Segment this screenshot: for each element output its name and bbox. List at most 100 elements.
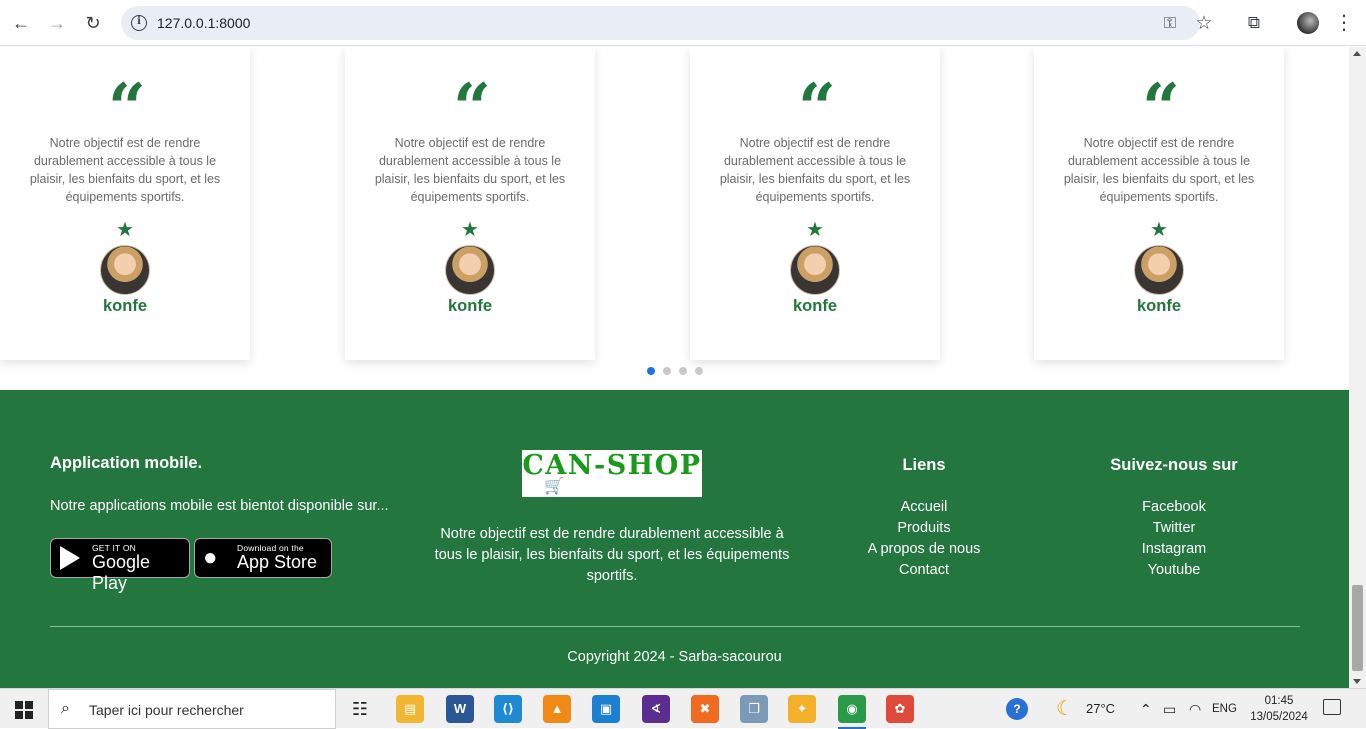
- forward-button[interactable]: →: [41, 7, 73, 39]
- site-info-icon[interactable]: i: [131, 15, 147, 31]
- taskbar-app-app-yellow-icon[interactable]: ✦: [788, 695, 816, 723]
- forward-arrow-icon: →: [48, 12, 66, 33]
- mobile-app-title: Application mobile.: [50, 454, 203, 472]
- carousel-dots: [647, 367, 703, 375]
- taskbar-app-virtualbox-icon[interactable]: ▣: [592, 695, 620, 723]
- star-icon: ★: [116, 219, 134, 241]
- windows-start-icon[interactable]: [15, 701, 33, 719]
- taskbar-clock[interactable]: 01:45 13/05/2024: [1244, 693, 1314, 725]
- clock-date: 13/05/2024: [1250, 711, 1308, 723]
- testimonial-author: konfe: [102, 297, 147, 315]
- avatar: [1134, 245, 1184, 295]
- site-footer: Application mobile. Notre applications m…: [0, 390, 1349, 688]
- battery-icon[interactable]: ▭: [1163, 689, 1176, 729]
- taskbar-app-visual-studio-icon[interactable]: ∢: [642, 695, 670, 723]
- testimonial-card: “ Notre objectif est de rendre durableme…: [690, 47, 940, 360]
- avatar: [790, 245, 840, 295]
- google-play-label: Google Play: [92, 552, 151, 593]
- social-link-facebook[interactable]: Facebook: [1094, 497, 1254, 518]
- app-store-label: App Store: [237, 552, 318, 572]
- quote-icon: “: [1142, 69, 1180, 147]
- links-column: Liens Accueil Produits A propos de nous …: [844, 456, 1004, 581]
- bookmark-star-icon[interactable]: ☆: [1194, 14, 1214, 34]
- taskbar-app-vlc-icon[interactable]: ▲: [543, 695, 571, 723]
- avatar: [100, 245, 150, 295]
- footer-link-a-propos[interactable]: A propos de nous: [844, 539, 1004, 560]
- testimonial-author: konfe: [792, 297, 837, 315]
- taskbar-app-paint-icon[interactable]: ✿: [886, 695, 914, 723]
- quote-icon: “: [108, 69, 146, 147]
- back-button[interactable]: ←: [5, 7, 37, 39]
- page-scrollbar[interactable]: [1349, 47, 1366, 688]
- testimonial-card: “ Notre objectif est de rendre durableme…: [0, 47, 250, 360]
- apple-icon: ●: [203, 544, 218, 571]
- back-arrow-icon: ←: [12, 12, 30, 33]
- footer-link-accueil[interactable]: Accueil: [844, 497, 1004, 518]
- copyright-text: Copyright 2024 - Sarba-sacourou: [567, 649, 782, 665]
- social-title: Suivez-nous sur: [1110, 456, 1238, 474]
- testimonial-text: Notre objectif est de rendre durablement…: [1063, 136, 1255, 204]
- taskbar-search-box[interactable]: ⌕ Taper ici pour rechercher: [48, 689, 336, 729]
- wifi-icon[interactable]: ◠: [1189, 689, 1201, 729]
- reload-button[interactable]: ↻: [77, 7, 109, 39]
- reload-icon: ↻: [85, 12, 101, 33]
- taskbar-app-xampp-icon[interactable]: ✖: [691, 695, 719, 723]
- app-store-button[interactable]: ● Download on the App Store: [194, 538, 332, 578]
- extensions-icon[interactable]: ⧉: [1242, 11, 1266, 35]
- links-title: Liens: [902, 456, 946, 474]
- chrome-menu-icon[interactable]: ⋮: [1332, 11, 1356, 35]
- taskbar-app-task-view-icon[interactable]: ☷: [346, 695, 374, 723]
- taskbar-app-word-icon[interactable]: W: [446, 695, 474, 723]
- weather-temperature[interactable]: 27°C: [1086, 689, 1115, 729]
- scrollbar-thumb[interactable]: [1352, 585, 1363, 671]
- footer-link-contact[interactable]: Contact: [844, 560, 1004, 581]
- notifications-icon[interactable]: [1323, 699, 1341, 715]
- carousel-dot[interactable]: [695, 367, 703, 375]
- password-key-icon[interactable]: ⚿: [1160, 14, 1180, 34]
- social-link-youtube[interactable]: Youtube: [1094, 560, 1254, 581]
- testimonial-author: konfe: [1136, 297, 1181, 315]
- search-placeholder: Taper ici pour rechercher: [89, 702, 244, 718]
- language-indicator[interactable]: ENG: [1212, 689, 1237, 729]
- footer-divider: [50, 626, 1300, 627]
- mobile-app-text: Notre applications mobile est bientot di…: [50, 498, 389, 514]
- brand-description: Notre objectif est de rendre durablement…: [434, 526, 790, 584]
- shopping-cart-icon: 🛒: [544, 478, 564, 495]
- testimonial-author: konfe: [447, 297, 492, 315]
- taskbar-app-image-viewer-icon[interactable]: ❐: [740, 695, 768, 723]
- page-viewport: “ Notre objectif est de rendre durableme…: [0, 47, 1349, 688]
- testimonial-text: Notre objectif est de rendre durablement…: [719, 136, 911, 204]
- carousel-dot[interactable]: [663, 367, 671, 375]
- taskbar-app-file-explorer-icon[interactable]: ▤: [396, 695, 424, 723]
- show-hidden-icons-icon[interactable]: ⌃: [1140, 689, 1152, 729]
- can-shop-logo[interactable]: CAN-SHOP 🛒: [522, 450, 702, 497]
- star-icon: ★: [461, 219, 479, 241]
- testimonial-text: Notre objectif est de rendre durablement…: [374, 136, 566, 204]
- address-bar[interactable]: i 127.0.0.1:8000 ⚿ ☆: [121, 6, 1213, 40]
- profile-avatar[interactable]: [1297, 12, 1319, 34]
- windows-taskbar: ⌕ Taper ici pour rechercher ☷ ▤ W ⟨⟩ ▲ ▣ ∢ ✖ ❐ ✦ ◉…: [0, 688, 1366, 729]
- google-play-button[interactable]: GET IT ON Google Play: [50, 538, 190, 593]
- footer-link-produits[interactable]: Produits: [844, 518, 1004, 539]
- quote-icon: “: [453, 69, 491, 147]
- testimonial-text: Notre objectif est de rendre durablement…: [29, 136, 221, 204]
- social-column: Suivez-nous sur Facebook Twitter Instagr…: [1094, 456, 1254, 581]
- social-link-instagram[interactable]: Instagram: [1094, 539, 1254, 560]
- taskbar-app-chrome-icon[interactable]: ◉: [838, 695, 866, 729]
- google-play-icon: [60, 546, 80, 570]
- scroll-up-arrow-icon[interactable]: [1353, 51, 1361, 56]
- carousel-dot[interactable]: [679, 367, 687, 375]
- star-icon: ★: [806, 219, 824, 241]
- weather-moon-icon[interactable]: ☾: [1056, 689, 1074, 729]
- url-text[interactable]: 127.0.0.1:8000: [157, 15, 250, 31]
- browser-toolbar: ← → ↻ i 127.0.0.1:8000 ⚿ ☆ ⧉ ⋮: [0, 0, 1366, 46]
- avatar: [445, 245, 495, 295]
- help-icon[interactable]: ?: [1006, 698, 1028, 720]
- search-icon: ⌕: [61, 700, 70, 717]
- taskbar-app-vscode-icon[interactable]: ⟨⟩: [494, 695, 522, 723]
- star-icon: ★: [1150, 219, 1168, 241]
- social-link-twitter[interactable]: Twitter: [1094, 518, 1254, 539]
- scroll-down-arrow-icon[interactable]: [1353, 679, 1361, 684]
- carousel-dot[interactable]: [647, 367, 655, 375]
- testimonials-carousel: “ Notre objectif est de rendre durableme…: [0, 47, 1349, 390]
